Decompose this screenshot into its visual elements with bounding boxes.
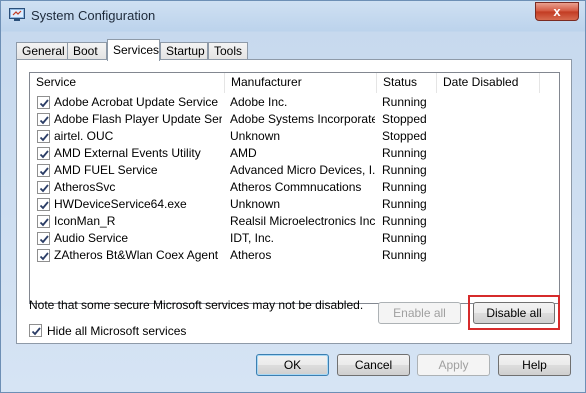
table-row[interactable]: Adobe Acrobat Update Service Adobe Inc. Ru… bbox=[30, 94, 559, 111]
column-header-date-disabled[interactable]: Date Disabled bbox=[437, 73, 540, 93]
checkmark-icon bbox=[39, 99, 49, 108]
service-manufacturer: AMD bbox=[230, 146, 257, 160]
service-name: AtherosSvc bbox=[54, 180, 116, 194]
service-name: HWDeviceService64.exe bbox=[54, 197, 187, 211]
tab-general[interactable]: General bbox=[16, 42, 68, 60]
service-name: Adobe Acrobat Update Service bbox=[54, 95, 219, 109]
service-status: Stopped bbox=[382, 129, 427, 143]
tab-services[interactable]: Services bbox=[107, 39, 160, 61]
checkmark-icon bbox=[39, 201, 49, 210]
service-manufacturer: Adobe Inc. bbox=[230, 95, 288, 109]
service-name: Adobe Flash Player Update Service bbox=[54, 112, 222, 126]
list-header: Service Manufacturer Status Date Disable… bbox=[30, 73, 559, 93]
checkmark-icon bbox=[39, 167, 49, 176]
service-name: Audio Service bbox=[54, 231, 129, 245]
service-name: ZAtheros Bt&Wlan Coex Agent bbox=[54, 248, 219, 262]
note-text: Note that some secure Microsoft services… bbox=[29, 298, 364, 312]
service-checkbox[interactable] bbox=[37, 198, 50, 211]
hide-microsoft-services-label: Hide all Microsoft services bbox=[47, 324, 187, 338]
checkmark-icon bbox=[39, 235, 49, 244]
checkmark-icon bbox=[39, 150, 49, 159]
title-bar[interactable]: System Configuration x bbox=[1, 1, 585, 31]
cancel-button[interactable]: Cancel bbox=[337, 354, 410, 376]
service-status: Running bbox=[382, 231, 427, 245]
hide-microsoft-services-checkbox[interactable] bbox=[29, 324, 42, 337]
service-status: Running bbox=[382, 197, 427, 211]
service-name: IconMan_R bbox=[54, 214, 116, 228]
system-configuration-window: System Configuration x General Boot Serv… bbox=[0, 0, 586, 393]
tab-tools[interactable]: Tools bbox=[208, 42, 248, 60]
service-manufacturer: Atheros Commnucations bbox=[230, 180, 362, 194]
enable-all-button[interactable]: Enable all bbox=[378, 302, 461, 324]
service-status: Stopped bbox=[382, 112, 427, 126]
checkmark-icon bbox=[39, 184, 49, 193]
close-icon: x bbox=[553, 4, 561, 19]
table-row[interactable]: airtel. OUC Unknown Stopped bbox=[30, 128, 559, 145]
table-row[interactable]: HWDeviceService64.exe Unknown Running bbox=[30, 196, 559, 213]
service-status: Running bbox=[382, 146, 427, 160]
service-status: Running bbox=[382, 214, 427, 228]
checkmark-icon bbox=[39, 133, 49, 142]
table-row[interactable]: ZAtheros Bt&Wlan Coex Agent Atheros Runnin… bbox=[30, 247, 559, 264]
table-row[interactable]: IconMan_R Realsil Microelectronics Inc. Ru… bbox=[30, 213, 559, 230]
window-title: System Configuration bbox=[31, 8, 156, 23]
service-status: Running bbox=[382, 180, 427, 194]
services-panel: Service Manufacturer Status Date Disable… bbox=[16, 59, 572, 344]
services-list[interactable]: Service Manufacturer Status Date Disable… bbox=[29, 72, 560, 304]
checkmark-icon bbox=[39, 218, 49, 227]
service-name: AMD FUEL Service bbox=[54, 163, 158, 177]
service-checkbox[interactable] bbox=[37, 215, 50, 228]
column-header-manufacturer[interactable]: Manufacturer bbox=[225, 73, 377, 93]
column-header-status[interactable]: Status bbox=[377, 73, 437, 93]
service-manufacturer: Adobe Systems Incorporated bbox=[230, 112, 375, 126]
tab-startup[interactable]: Startup bbox=[160, 42, 208, 60]
apply-button[interactable]: Apply bbox=[417, 354, 490, 376]
service-checkbox[interactable] bbox=[37, 181, 50, 194]
table-row[interactable]: AMD FUEL Service Advanced Micro Devices, … bbox=[30, 162, 559, 179]
system-config-icon bbox=[9, 8, 25, 22]
service-checkbox[interactable] bbox=[37, 249, 50, 262]
ok-button[interactable]: OK bbox=[256, 354, 329, 376]
checkmark-icon bbox=[39, 252, 49, 261]
service-status: Running bbox=[382, 163, 427, 177]
table-row[interactable]: AtherosSvc Atheros Commnucations Running bbox=[30, 179, 559, 196]
help-button[interactable]: Help bbox=[498, 354, 571, 376]
service-manufacturer: Realsil Microelectronics Inc. bbox=[230, 214, 375, 228]
service-manufacturer: Unknown bbox=[230, 197, 281, 211]
checkmark-icon bbox=[39, 116, 49, 125]
tab-boot[interactable]: Boot bbox=[67, 42, 107, 60]
service-checkbox[interactable] bbox=[37, 130, 50, 143]
service-manufacturer: Advanced Micro Devices, I... bbox=[230, 163, 375, 177]
service-checkbox[interactable] bbox=[37, 164, 50, 177]
table-row[interactable]: Audio Service IDT, Inc. Running bbox=[30, 230, 559, 247]
close-button[interactable]: x bbox=[535, 2, 579, 21]
service-name: airtel. OUC bbox=[54, 129, 114, 143]
service-checkbox[interactable] bbox=[37, 147, 50, 160]
service-checkbox[interactable] bbox=[37, 232, 50, 245]
service-manufacturer: Unknown bbox=[230, 129, 281, 143]
table-row[interactable]: AMD External Events Utility AMD Running bbox=[30, 145, 559, 162]
table-row[interactable]: Adobe Flash Player Update Service Adobe S… bbox=[30, 111, 559, 128]
service-manufacturer: Atheros bbox=[230, 248, 272, 262]
service-checkbox[interactable] bbox=[37, 96, 50, 109]
service-status: Running bbox=[382, 95, 427, 109]
service-status: Running bbox=[382, 248, 427, 262]
service-name: AMD External Events Utility bbox=[54, 146, 201, 160]
service-checkbox[interactable] bbox=[37, 113, 50, 126]
service-manufacturer: IDT, Inc. bbox=[230, 231, 275, 245]
checkmark-icon bbox=[31, 327, 41, 336]
disable-all-button[interactable]: Disable all bbox=[473, 302, 555, 324]
column-header-service[interactable]: Service bbox=[30, 73, 225, 93]
